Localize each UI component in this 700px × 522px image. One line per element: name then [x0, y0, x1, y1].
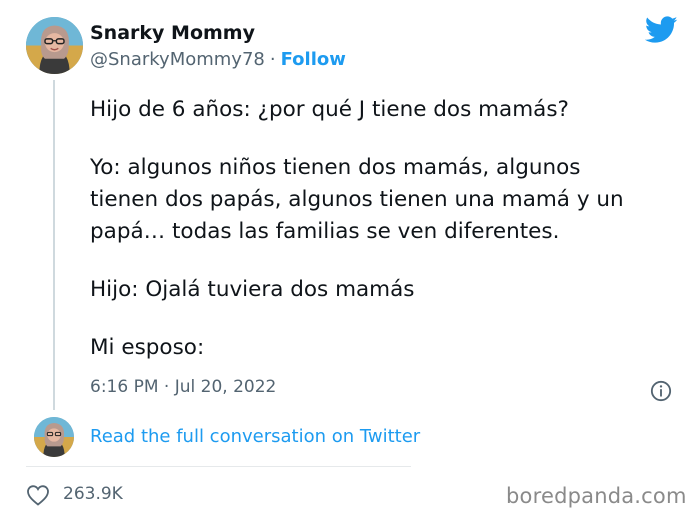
- tweet-paragraph: Yo: algunos niños tienen dos mamás, algu…: [90, 155, 624, 244]
- author-handle[interactable]: @SnarkyMommy78: [90, 49, 265, 70]
- tweet-paragraph: Mi esposo:: [90, 335, 205, 360]
- watermark: boredpanda.com: [506, 484, 687, 508]
- reply-avatar: [34, 417, 74, 457]
- follow-button[interactable]: Follow: [281, 49, 346, 70]
- divider: [26, 466, 411, 467]
- avatar-image: [26, 17, 83, 74]
- avatar-image: [34, 417, 74, 457]
- author-handle-row: @SnarkyMommy78 · Follow: [90, 49, 346, 70]
- thread-connector-line: [53, 80, 55, 410]
- twitter-bird-icon[interactable]: [645, 16, 678, 44]
- tweet-paragraph: Hijo de 6 años: ¿por qué J tiene dos mam…: [90, 97, 569, 122]
- tweet-paragraph: Hijo: Ojalá tuviera dos mamás: [90, 277, 415, 302]
- author-avatar[interactable]: [26, 17, 83, 74]
- like-count: 263.9K: [63, 484, 123, 504]
- heart-icon[interactable]: [26, 484, 50, 506]
- info-icon[interactable]: [650, 380, 672, 402]
- tweet-body: Hijo de 6 años: ¿por qué J tiene dos mam…: [90, 94, 690, 390]
- handle-separator: ·: [269, 49, 276, 70]
- read-full-conversation-link[interactable]: Read the full conversation on Twitter: [90, 426, 420, 447]
- tweet-timestamp[interactable]: 6:16 PM · Jul 20, 2022: [90, 377, 276, 397]
- author-display-name[interactable]: Snarky Mommy: [90, 22, 255, 44]
